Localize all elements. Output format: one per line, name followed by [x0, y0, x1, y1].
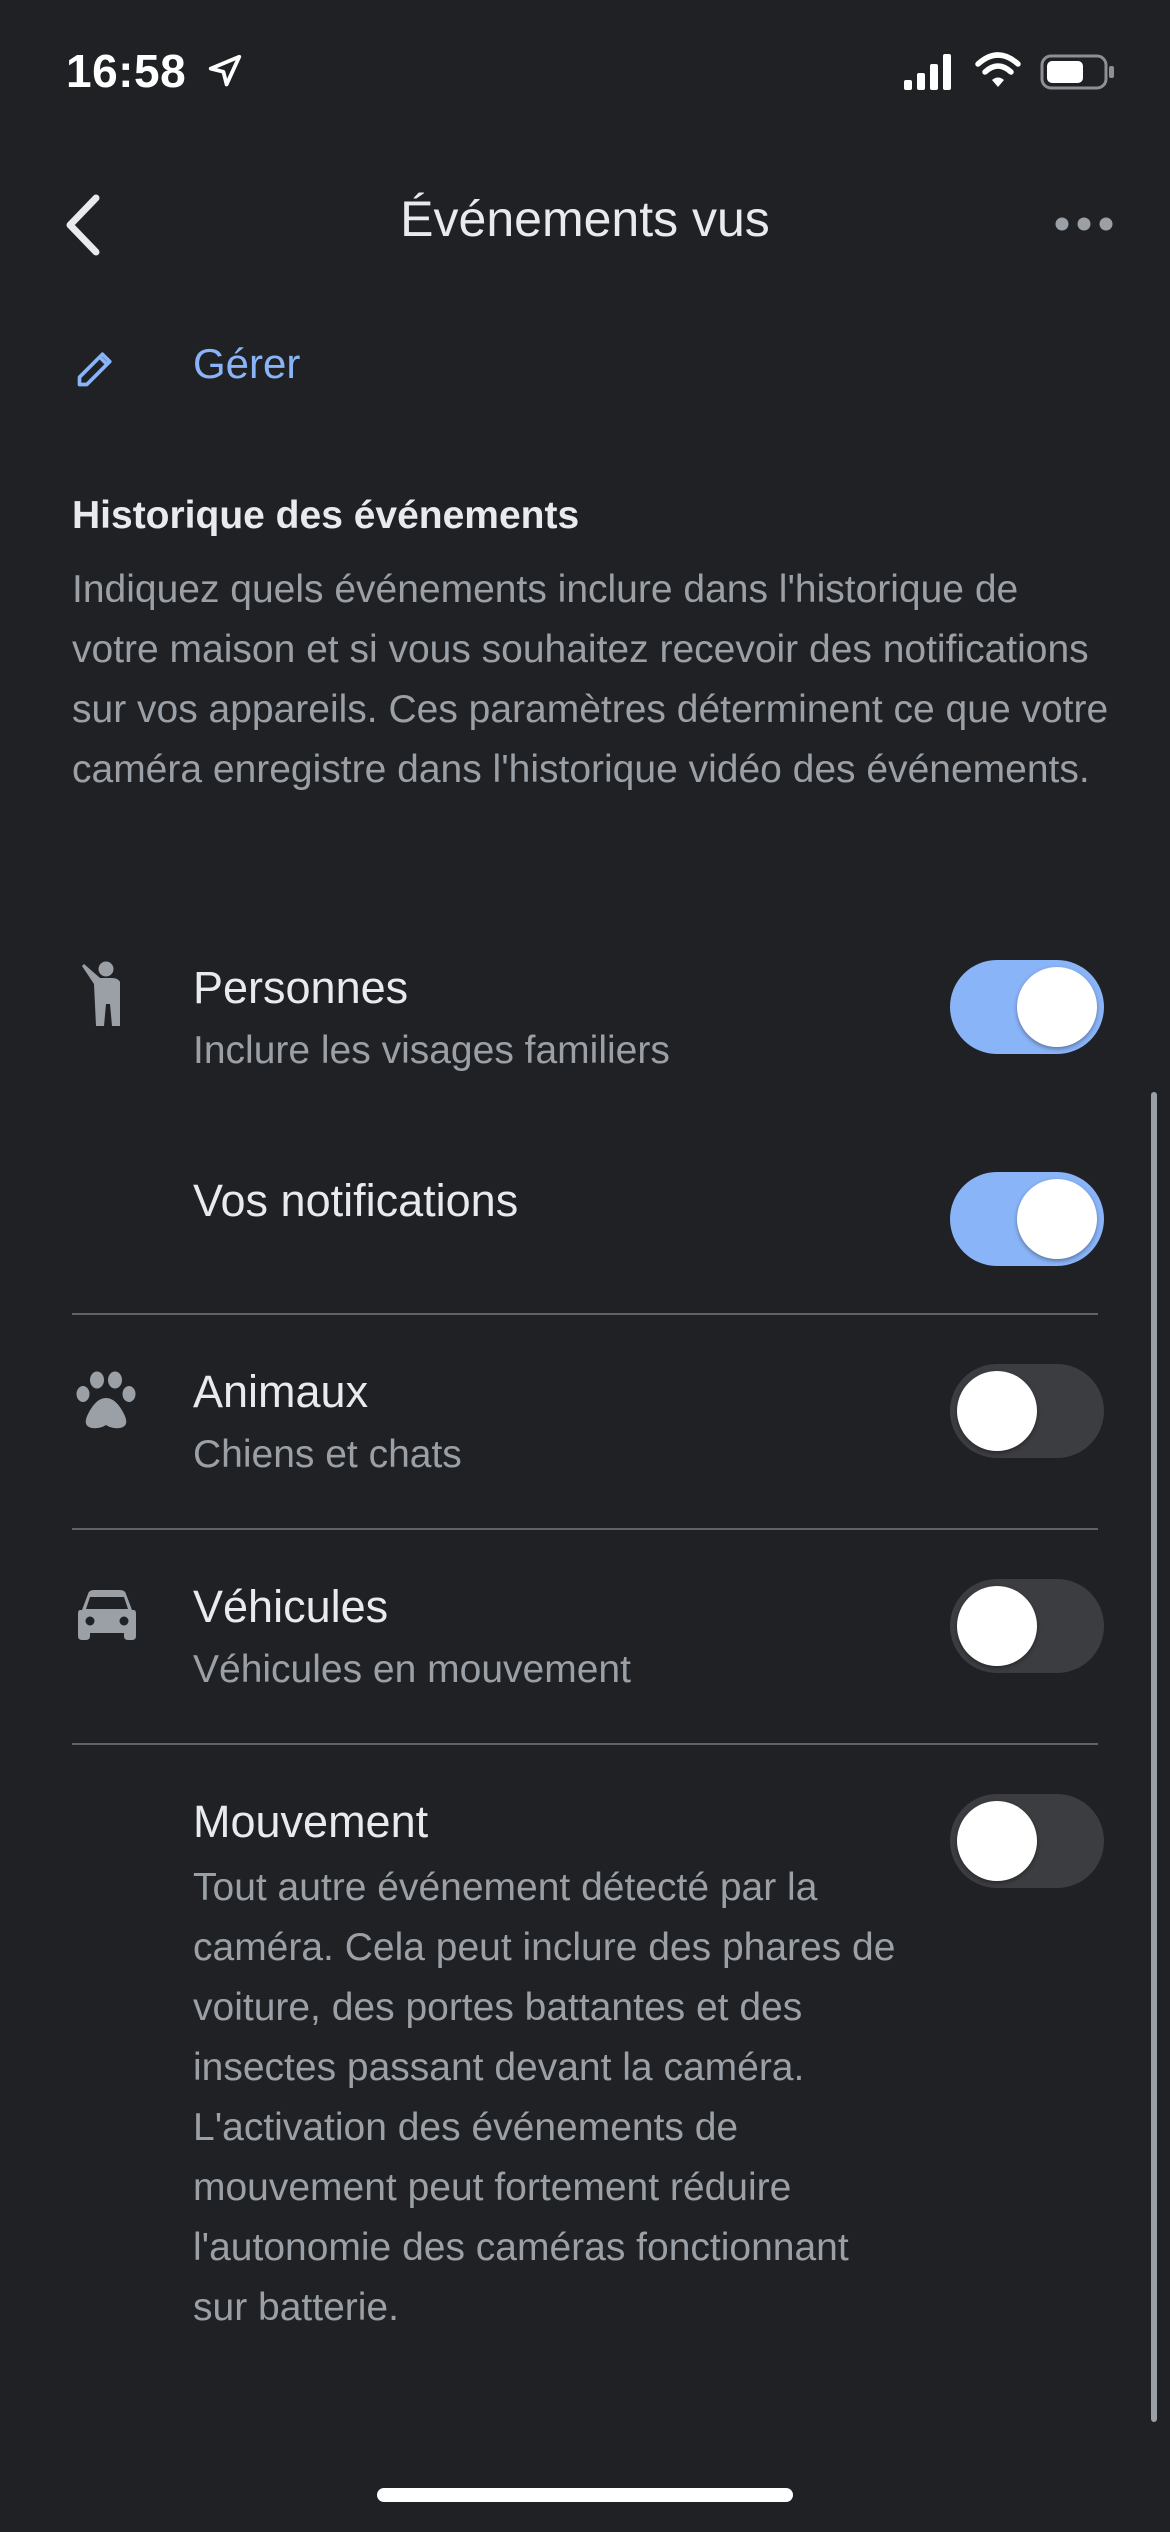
notifications-label: Vos notifications	[193, 1175, 519, 1226]
section-description: Indiquez quels événements inclure dans l…	[72, 568, 1109, 791]
toggle-knob	[957, 1801, 1037, 1881]
people-label: Personnes	[193, 962, 409, 1013]
people-sublabel: Inclure les visages familiers	[193, 1029, 670, 1072]
divider	[72, 1313, 1098, 1315]
pencil-icon[interactable]	[74, 346, 118, 390]
vehicles-label: Véhicules	[193, 1581, 389, 1632]
battery-icon	[1040, 54, 1114, 90]
notifications-toggle[interactable]	[950, 1172, 1104, 1266]
location-arrow-icon	[208, 54, 242, 87]
people-toggle[interactable]	[950, 960, 1104, 1054]
animals-sublabel: Chiens et chats	[193, 1433, 462, 1476]
wifi-icon	[975, 52, 1021, 87]
animals-toggle[interactable]	[950, 1364, 1104, 1458]
toggle-knob	[1017, 1179, 1097, 1259]
divider	[72, 1528, 1098, 1530]
motion-toggle[interactable]	[950, 1794, 1104, 1888]
home-indicator[interactable]	[377, 2488, 793, 2502]
cellular-signal-icon	[904, 54, 951, 90]
car-icon	[78, 1590, 136, 1640]
animals-label: Animaux	[193, 1366, 369, 1417]
motion-description: Tout autre événement détecté par la camé…	[193, 1866, 896, 2329]
vehicles-toggle[interactable]	[950, 1579, 1104, 1673]
paw-icon	[76, 1371, 136, 1429]
status-bar-time: 16:58	[66, 45, 187, 97]
person-waving-icon	[82, 961, 120, 1026]
back-button[interactable]	[56, 190, 116, 260]
vehicles-sublabel: Véhicules en mouvement	[193, 1648, 631, 1691]
divider	[72, 1743, 1098, 1745]
scrollbar[interactable]	[1151, 1092, 1157, 2422]
toggle-knob	[1017, 967, 1097, 1047]
section-title: Historique des événements	[72, 494, 580, 537]
manage-link[interactable]: Gérer	[193, 340, 300, 388]
page-title: Événements vus	[400, 191, 770, 247]
more-options-button[interactable]	[1054, 206, 1114, 242]
motion-label: Mouvement	[193, 1796, 429, 1847]
toggle-knob	[957, 1371, 1037, 1451]
toggle-knob	[957, 1586, 1037, 1666]
